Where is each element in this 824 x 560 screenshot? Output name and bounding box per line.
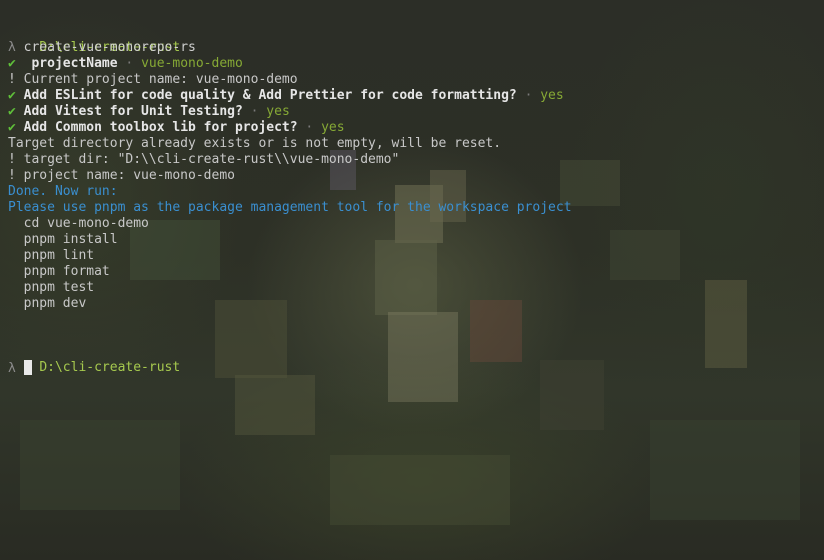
current-project-text: ! Current project name: vue-mono-demo [8, 72, 298, 87]
next-step-command: pnpm install [23, 232, 118, 247]
message-text: ! target dir: "D:\\cli-create-rust\\vue-… [8, 152, 400, 167]
message-line: ! target dir: "D:\\cli-create-rust\\vue-… [8, 152, 816, 168]
pnpm-hint-text: Please use pnpm as the package managemen… [8, 200, 572, 215]
background-block [235, 375, 315, 435]
next-step-line: pnpm test [8, 280, 816, 296]
separator-dot: · [524, 88, 533, 103]
cwd-path: D:\cli-create-rust [39, 360, 181, 375]
current-project-line: ! Current project name: vue-mono-demo [8, 72, 816, 88]
prompt-lambda-icon: λ [8, 40, 16, 55]
separator-dot: · [250, 104, 259, 119]
prompt-line-vitest: ✔ Add Vitest for Unit Testing? · yes [8, 104, 816, 120]
next-step-command: pnpm format [23, 264, 110, 279]
separator-dot: · [305, 120, 314, 135]
text-cursor[interactable] [23, 360, 32, 375]
message-text: ! project name: vue-mono-demo [8, 168, 235, 183]
prompt-question: Add ESLint for code quality & Add Pretti… [23, 88, 517, 103]
done-line: Done. Now run: [8, 184, 816, 200]
next-step-line: pnpm format [8, 264, 816, 280]
cwd-line: D:\cli-create-rust [8, 344, 816, 375]
separator-dot: · [125, 56, 134, 71]
prompt-answer: yes [266, 104, 290, 119]
prompt-question: Add Common toolbox lib for project? [23, 120, 298, 135]
next-step-line: pnpm lint [8, 248, 816, 264]
next-step-command: pnpm test [23, 280, 95, 295]
next-step-line: pnpm install [8, 232, 816, 248]
check-icon: ✔ [8, 120, 16, 135]
prompt-line-project-name: ✔ projectName · vue-mono-demo [8, 56, 816, 72]
next-step-command: pnpm lint [23, 248, 95, 263]
background-block [330, 455, 510, 525]
message-line: ! project name: vue-mono-demo [8, 168, 816, 184]
prompt-line-toolbox: ✔ Add Common toolbox lib for project? · … [8, 120, 816, 136]
background-block [650, 420, 800, 520]
next-step-line: pnpm dev [8, 296, 816, 312]
cwd-line: D:\cli-create-rust [8, 24, 816, 55]
check-icon: ✔ [8, 104, 16, 119]
pnpm-hint-line: Please use pnpm as the package managemen… [8, 200, 816, 216]
prompt-answer: yes [321, 120, 345, 135]
message-text: Target directory already exists or is no… [8, 136, 502, 151]
message-line: Target directory already exists or is no… [8, 136, 816, 152]
prompt-line-eslint: ✔ Add ESLint for code quality & Add Pret… [8, 88, 816, 104]
prompt-lambda-icon: λ [8, 361, 16, 376]
command-text: create-vue-monorepo-rs [23, 40, 196, 55]
prompt-answer: vue-mono-demo [141, 56, 243, 71]
terminal-output: D:\cli-create-rust λ create-vue-monorepo… [8, 24, 816, 376]
prompt-question: Add Vitest for Unit Testing? [23, 104, 243, 119]
command-line: λ create-vue-monorepo-rs [8, 40, 816, 56]
done-text: Done. Now run: [8, 184, 118, 199]
background-block [20, 420, 180, 510]
next-step-command: cd vue-mono-demo [23, 216, 149, 231]
check-icon: ✔ [8, 88, 16, 103]
next-step-command: pnpm dev [23, 296, 87, 311]
prompt-answer: yes [540, 88, 564, 103]
prompt-question: projectName [31, 56, 118, 71]
next-step-line: cd vue-mono-demo [8, 216, 816, 232]
check-icon: ✔ [8, 56, 16, 71]
